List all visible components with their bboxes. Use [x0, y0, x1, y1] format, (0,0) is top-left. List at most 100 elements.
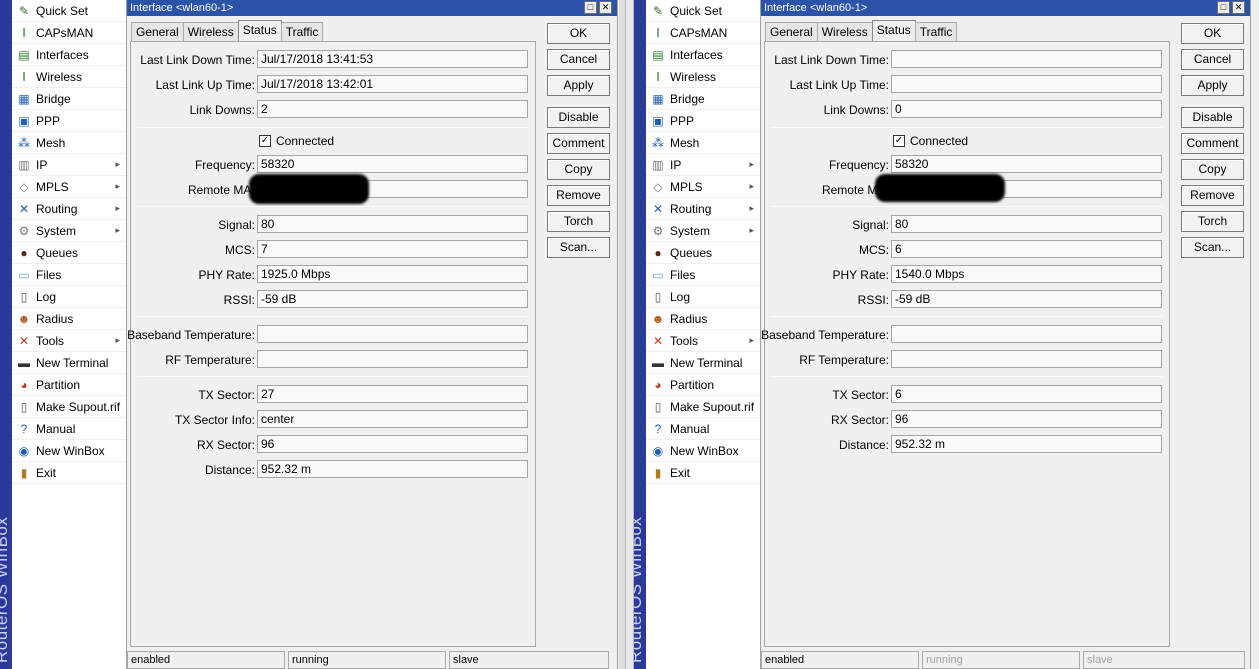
menu-item-ppp[interactable]: ▣ PPP [12, 110, 126, 132]
comment-button[interactable]: Comment [1181, 133, 1244, 154]
menu-item-files[interactable]: ▭ Files [12, 264, 126, 286]
menu-item-new-winbox[interactable]: ◉ New WinBox [646, 440, 760, 462]
menu-item-capsman[interactable]: Ⅰ CAPsMAN [646, 22, 760, 44]
menu-item-capsman[interactable]: Ⅰ CAPsMAN [12, 22, 126, 44]
menu-item-ip[interactable]: ▥ IP ▸ [646, 154, 760, 176]
submenu-arrow-icon: ▸ [115, 225, 120, 235]
menu-item-mesh[interactable]: ⁂ Mesh [12, 132, 126, 154]
menu-item-files[interactable]: ▭ Files [646, 264, 760, 286]
menu-item-mpls[interactable]: ◇ MPLS ▸ [12, 176, 126, 198]
apply-button[interactable]: Apply [547, 75, 610, 96]
close-icon[interactable]: ✕ [599, 1, 612, 14]
scan-button[interactable]: Scan... [1181, 237, 1244, 258]
window-titlebar[interactable]: Interface <wlan60-1> □ ✕ [761, 0, 1250, 16]
menu-item-exit[interactable]: ▮ Exit [646, 462, 760, 484]
tab-general[interactable]: General [765, 22, 818, 41]
copy-button[interactable]: Copy [1181, 159, 1244, 180]
menu-item-partition[interactable]: ◕ Partition [646, 374, 760, 396]
torch-button[interactable]: Torch [1181, 211, 1244, 232]
ok-button[interactable]: OK [1181, 23, 1244, 44]
tools-icon: ✕ [18, 333, 30, 348]
menu-item-new-winbox[interactable]: ◉ New WinBox [12, 440, 126, 462]
menu-item-new-terminal[interactable]: ▬ New Terminal [646, 352, 760, 374]
tab-general[interactable]: General [131, 22, 184, 41]
torch-button[interactable]: Torch [547, 211, 610, 232]
close-icon[interactable]: ✕ [1232, 1, 1245, 14]
menu-item-label: Log [36, 289, 57, 304]
tab-traffic[interactable]: Traffic [914, 22, 958, 41]
baseband-temperature-field [257, 325, 528, 343]
menu-item-queues[interactable]: ● Queues [646, 242, 760, 264]
submenu-arrow-icon: ▸ [749, 225, 754, 235]
copy-button[interactable]: Copy [547, 159, 610, 180]
link-downs-label: Link Downs: [823, 103, 889, 117]
menu-item-label: MPLS [670, 179, 703, 194]
tab-wireless[interactable]: Wireless [816, 22, 873, 41]
menu-item-radius[interactable]: ☻ Radius [12, 308, 126, 330]
menu-item-ip[interactable]: ▥ IP ▸ [12, 154, 126, 176]
menu-item-new-terminal[interactable]: ▬ New Terminal [12, 352, 126, 374]
ok-button[interactable]: OK [547, 23, 610, 44]
menu-item-system[interactable]: ⚙ System ▸ [12, 220, 126, 242]
menu-item-manual[interactable]: ? Manual [12, 418, 126, 440]
submenu-arrow-icon: ▸ [749, 159, 754, 169]
queues-icon: ● [654, 245, 662, 260]
ppp-icon: ▣ [18, 113, 30, 128]
menu-item-system[interactable]: ⚙ System ▸ [646, 220, 760, 242]
menu-item-manual[interactable]: ? Manual [646, 418, 760, 440]
comment-button[interactable]: Comment [547, 133, 610, 154]
menu-item-make-supout-rif[interactable]: ▯ Make Supout.rif [12, 396, 126, 418]
menu-item-exit[interactable]: ▮ Exit [12, 462, 126, 484]
cancel-button[interactable]: Cancel [1181, 49, 1244, 70]
menu-item-log[interactable]: ▯ Log [12, 286, 126, 308]
disable-button[interactable]: Disable [1181, 107, 1244, 128]
menu-item-routing[interactable]: ✕ Routing ▸ [12, 198, 126, 220]
mcs-field: 6 [891, 240, 1162, 258]
menu-item-ppp[interactable]: ▣ PPP [646, 110, 760, 132]
mcs-label: MCS: [225, 243, 255, 257]
menu-item-queues[interactable]: ● Queues [12, 242, 126, 264]
restore-icon[interactable]: □ [1217, 1, 1230, 14]
separator [771, 376, 1163, 377]
tab-status[interactable]: Status [871, 20, 916, 41]
menu-item-mesh[interactable]: ⁂ Mesh [646, 132, 760, 154]
menu-item-log[interactable]: ▯ Log [646, 286, 760, 308]
cancel-button[interactable]: Cancel [547, 49, 610, 70]
menu-item-mpls[interactable]: ◇ MPLS ▸ [646, 176, 760, 198]
menu-item-bridge[interactable]: ▦ Bridge [12, 88, 126, 110]
redaction-scribble [875, 174, 1005, 202]
tab-traffic[interactable]: Traffic [280, 22, 324, 41]
menu-item-bridge[interactable]: ▦ Bridge [646, 88, 760, 110]
restore-icon[interactable]: □ [584, 1, 597, 14]
menu-item-quick-set[interactable]: ✎ Quick Set [646, 0, 760, 22]
menu-item-label: MPLS [36, 179, 69, 194]
menu-item-wireless[interactable]: Ⅰ Wireless [12, 66, 126, 88]
menu-item-radius[interactable]: ☻ Radius [646, 308, 760, 330]
tab-status[interactable]: Status [237, 20, 282, 41]
apply-button[interactable]: Apply [1181, 75, 1244, 96]
baseband-temperature-label: Baseband Temperature: [761, 328, 889, 342]
menu-item-partition[interactable]: ◕ Partition [12, 374, 126, 396]
connected-checkbox[interactable]: ✓ Connected [259, 134, 334, 148]
menu-item-label: Make Supout.rif [36, 399, 121, 414]
menu-item-make-supout-rif[interactable]: ▯ Make Supout.rif [646, 396, 760, 418]
separator [137, 206, 529, 207]
window-titlebar[interactable]: Interface <wlan60-1> □ ✕ [127, 0, 617, 16]
disable-button[interactable]: Disable [547, 107, 610, 128]
menu-item-tools[interactable]: ✕ Tools ▸ [12, 330, 126, 352]
remove-button[interactable]: Remove [1181, 185, 1244, 206]
menu-item-quick-set[interactable]: ✎ Quick Set [12, 0, 126, 22]
menu-item-label: Routing [36, 201, 78, 216]
menu-item-interfaces[interactable]: ▤ Interfaces [12, 44, 126, 66]
menu-item-tools[interactable]: ✕ Tools ▸ [646, 330, 760, 352]
remove-button[interactable]: Remove [547, 185, 610, 206]
separator [137, 127, 529, 128]
menu-item-routing[interactable]: ✕ Routing ▸ [646, 198, 760, 220]
menu-item-interfaces[interactable]: ▤ Interfaces [646, 44, 760, 66]
connected-checkbox[interactable]: ✓ Connected [893, 134, 968, 148]
tab-wireless[interactable]: Wireless [182, 22, 239, 41]
scan-button[interactable]: Scan... [547, 237, 610, 258]
winbox-icon: ◉ [652, 443, 664, 458]
menu-item-wireless[interactable]: Ⅰ Wireless [646, 66, 760, 88]
status-tab-content: Last Link Down Time: Last Link Up Time: … [761, 41, 1170, 647]
